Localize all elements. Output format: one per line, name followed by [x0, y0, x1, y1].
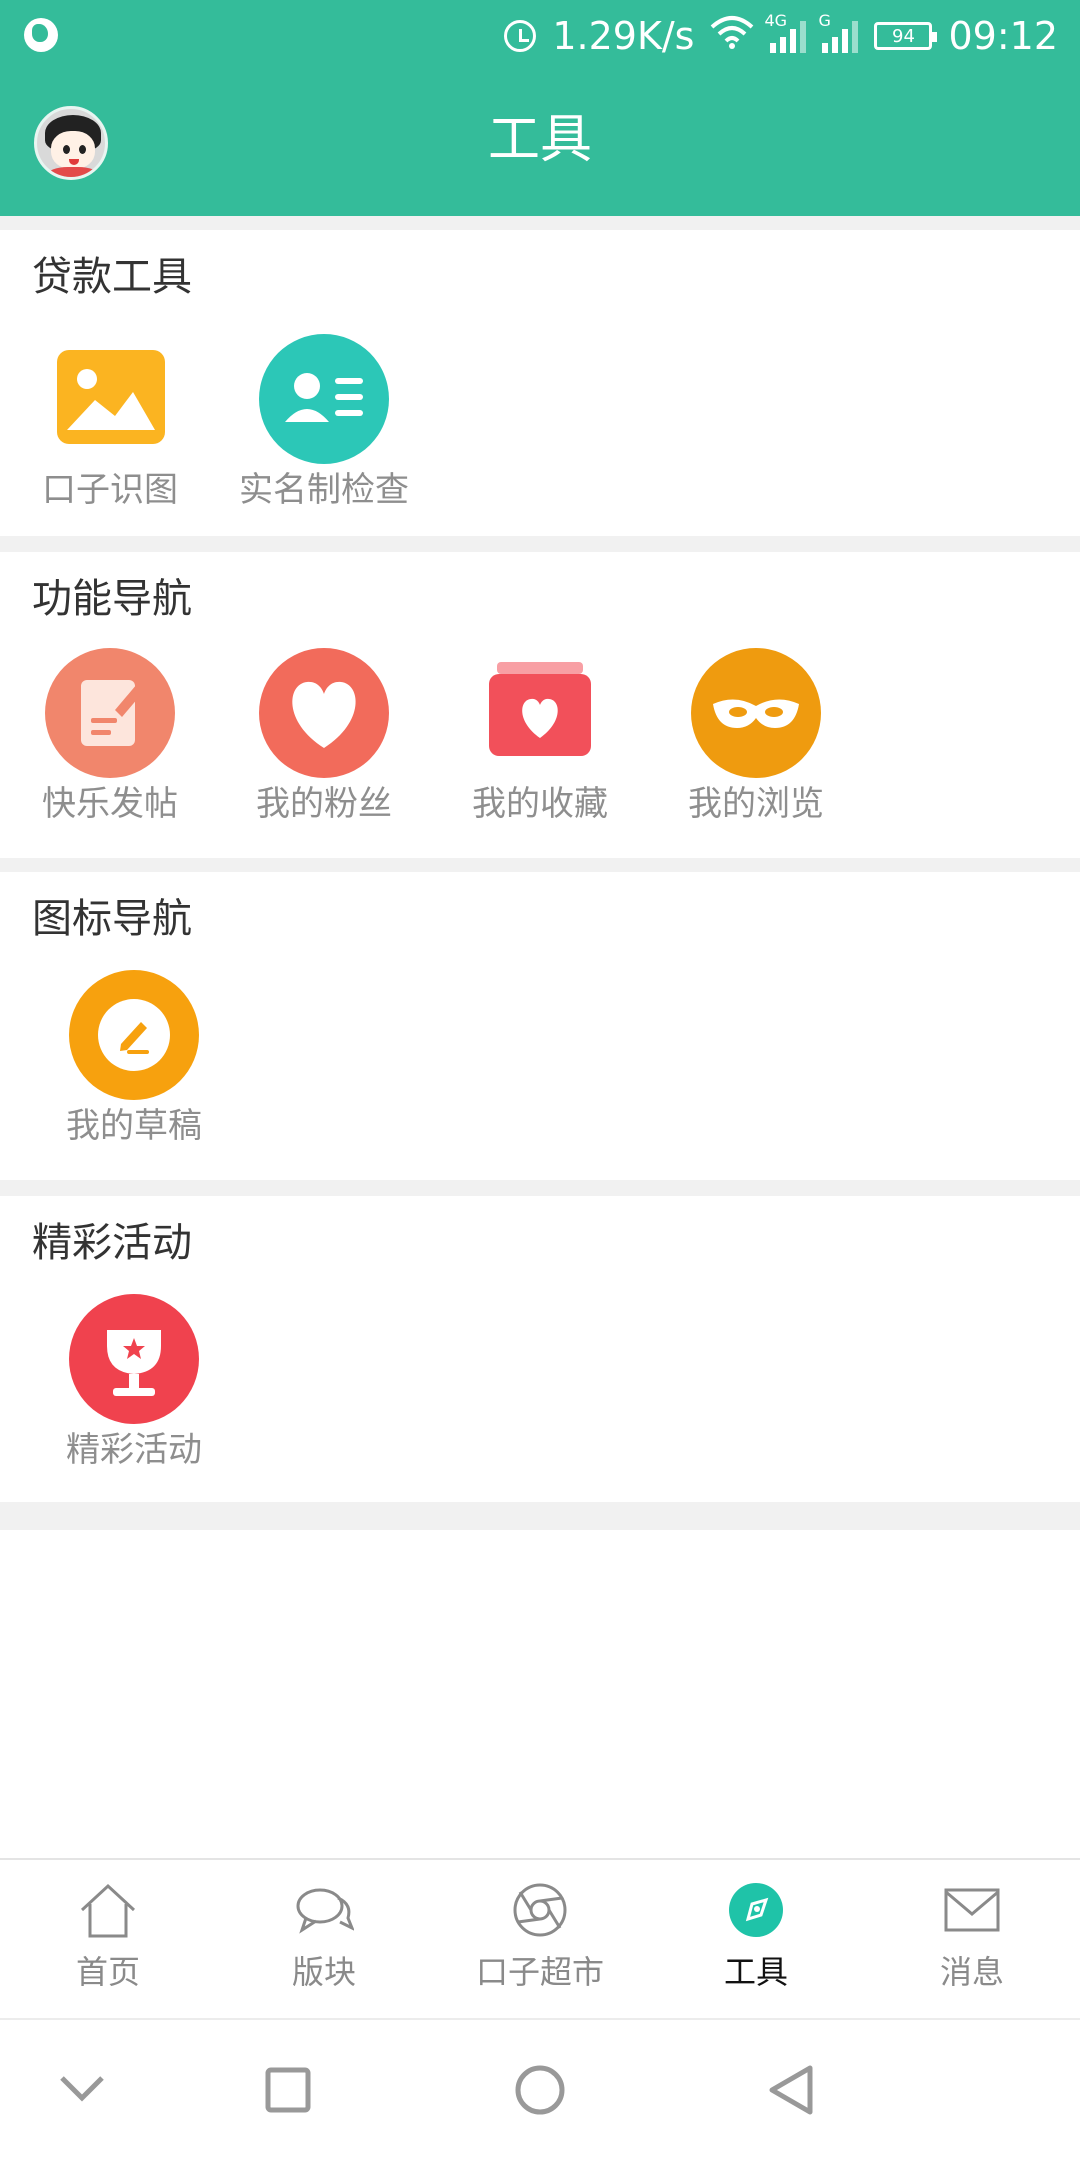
chevron-down-icon[interactable]: [56, 2070, 108, 2110]
mask-icon: [691, 648, 821, 778]
section-title: 功能导航: [32, 576, 192, 622]
nav-my-browsing[interactable]: 我的浏览: [646, 648, 866, 828]
tab-tools[interactable]: 工具: [648, 1882, 864, 1992]
tab-label: 首页: [75, 1953, 140, 1991]
signal-icon-1: 4G: [764, 11, 807, 53]
heart-icon: [259, 648, 389, 778]
tab-label: 工具: [723, 1953, 788, 1991]
wifi-icon: [710, 14, 754, 58]
section-title: 精彩活动: [32, 1220, 192, 1266]
nav-label: 我的草稿: [66, 1106, 202, 1146]
header-bar: 1.29K/s 4G G 94 09:12 工具: [0, 0, 1080, 216]
status-bar: 1.29K/s 4G G 94 09:12: [0, 0, 1080, 72]
nav-label: 我的浏览: [688, 784, 824, 824]
system-nav-bar: [0, 2018, 1080, 2162]
network-type-1: 4G: [764, 11, 788, 30]
divider: [0, 536, 1080, 552]
signal-icon-2: G: [818, 11, 859, 53]
nav-my-drafts[interactable]: 我的草稿: [24, 970, 244, 1150]
battery-level: 94: [892, 25, 915, 47]
compass-icon: [726, 1882, 786, 1938]
nav-label: 精彩活动: [66, 1430, 202, 1470]
bottom-tab-bar: 首页 版块 口子超市 工具 消息: [0, 1858, 1080, 2020]
tab-label: 版块: [291, 1953, 356, 1991]
tab-label: 口子超市: [475, 1953, 604, 1991]
tab-market[interactable]: 口子超市: [432, 1882, 648, 1992]
tool-label: 口子识图: [42, 470, 178, 510]
tab-label: 消息: [939, 1953, 1004, 1991]
aperture-icon: [510, 1882, 570, 1938]
section-loan-tools: 贷款工具 口子识图 实名制检查: [0, 230, 1080, 536]
nav-label: 我的收藏: [472, 784, 608, 824]
alarm-icon: [504, 20, 537, 52]
tool-image-recognition[interactable]: 口子识图: [0, 334, 220, 514]
page-title: 工具: [487, 110, 592, 170]
section-title: 图标导航: [32, 896, 192, 942]
edit-note-icon: [45, 648, 175, 778]
tab-home[interactable]: 首页: [0, 1882, 216, 1992]
section-activities: 精彩活动 精彩活动: [0, 1196, 1080, 1502]
tool-label: 实名制检查: [239, 470, 409, 510]
network-type-2: G: [818, 11, 831, 30]
section-function-nav: 功能导航 快乐发帖 我的粉丝 我的收藏 我的浏览: [0, 552, 1080, 858]
section-icon-nav: 图标导航 我的草稿: [0, 872, 1080, 1180]
image-icon: [45, 334, 175, 464]
recent-apps-icon[interactable]: [264, 2066, 312, 2118]
section-title: 贷款工具: [32, 254, 192, 300]
back-triangle-icon[interactable]: [766, 2064, 816, 2120]
trophy-icon: [69, 1294, 199, 1424]
draft-pencil-icon: [69, 970, 199, 1100]
nav-my-favorites[interactable]: 我的收藏: [430, 648, 650, 828]
nav-label: 快乐发帖: [42, 784, 178, 824]
nav-my-fans[interactable]: 我的粉丝: [214, 648, 434, 828]
nav-activities[interactable]: 精彩活动: [24, 1294, 244, 1474]
nav-happy-post[interactable]: 快乐发帖: [0, 648, 220, 828]
chat-bubbles-icon: [294, 1882, 355, 1938]
tab-sections[interactable]: 版块: [216, 1882, 432, 1992]
globe-icon: [24, 18, 58, 52]
clock: 09:12: [948, 14, 1058, 58]
home-circle-icon[interactable]: [514, 2064, 566, 2120]
nav-label: 我的粉丝: [256, 784, 392, 824]
network-speed: 1.29K/s: [552, 14, 695, 58]
battery-icon: 94: [874, 22, 938, 50]
tab-messages[interactable]: 消息: [864, 1882, 1080, 1992]
home-icon: [78, 1882, 138, 1938]
divider: [0, 858, 1080, 872]
tool-realname-check[interactable]: 实名制检查: [214, 334, 434, 514]
divider: [0, 1502, 1080, 1530]
divider: [0, 1180, 1080, 1196]
id-card-icon: [259, 334, 389, 464]
favorites-folder-icon: [475, 648, 605, 778]
divider: [0, 216, 1080, 230]
mail-icon: [942, 1882, 1002, 1938]
